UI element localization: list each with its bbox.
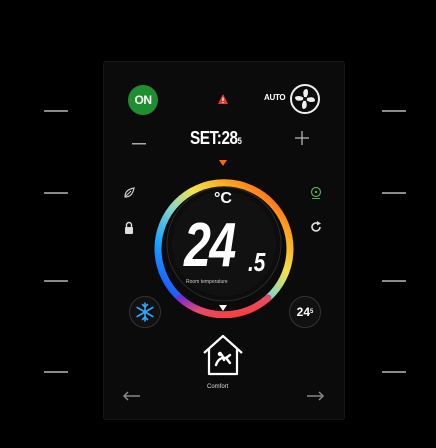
arrow-right-icon[interactable] bbox=[305, 391, 325, 401]
setpoint-display: SET:285 bbox=[190, 128, 242, 149]
temperature-unit: °C bbox=[214, 190, 232, 207]
snowflake-icon bbox=[136, 302, 154, 322]
right-indicator-2 bbox=[382, 192, 406, 194]
eco-icon[interactable] bbox=[122, 186, 136, 200]
room-temperature-decimal: .5 bbox=[248, 247, 266, 277]
fan-speed-icon[interactable] bbox=[309, 186, 323, 200]
setpoint-decimal: 5 bbox=[237, 136, 242, 146]
quick-temperature-button[interactable]: 24 5 bbox=[289, 296, 321, 328]
room-temperature-integer: 24 bbox=[184, 211, 236, 280]
scene-label: Comfort bbox=[207, 384, 229, 390]
left-indicator-3 bbox=[44, 280, 68, 282]
setpoint-label: SET:28 bbox=[190, 128, 238, 148]
decrease-setpoint-button[interactable] bbox=[132, 129, 146, 149]
power-label: ON bbox=[134, 93, 153, 107]
current-temp-marker bbox=[219, 305, 227, 311]
right-indicator-4 bbox=[382, 371, 406, 373]
minus-icon bbox=[132, 143, 146, 145]
left-indicator-2 bbox=[44, 192, 68, 194]
fan-icon[interactable] bbox=[289, 83, 321, 115]
quick-temp-dec: 5 bbox=[310, 309, 314, 315]
setpoint-marker bbox=[219, 160, 227, 166]
alarm-icon[interactable] bbox=[217, 93, 229, 105]
right-indicator-3 bbox=[382, 280, 406, 282]
plus-icon bbox=[295, 131, 309, 145]
left-indicator-4 bbox=[44, 371, 68, 373]
increase-setpoint-button[interactable] bbox=[295, 127, 309, 149]
fan-mode-label: AUTO bbox=[264, 93, 286, 102]
right-indicator-1 bbox=[382, 110, 406, 112]
room-temperature-label: Room temperature bbox=[186, 279, 228, 285]
lock-icon[interactable] bbox=[122, 221, 136, 235]
cooling-mode-button[interactable] bbox=[129, 296, 161, 328]
quick-temp-int: 24 bbox=[296, 305, 310, 319]
home-comfort-icon[interactable] bbox=[200, 333, 246, 377]
cycle-icon[interactable] bbox=[309, 220, 323, 234]
power-button[interactable]: ON bbox=[128, 85, 158, 115]
arrow-left-icon[interactable] bbox=[122, 391, 142, 401]
left-indicator-1 bbox=[44, 110, 68, 112]
